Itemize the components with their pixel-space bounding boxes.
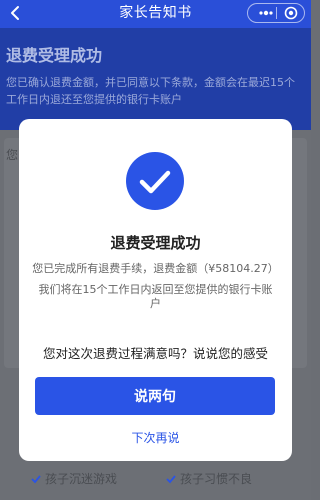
option-gaming[interactable]: 孩子沉迷游戏 bbox=[30, 470, 117, 487]
refund-amount-text: 您已完成所有退费手续，退费金额（¥58104.27） bbox=[32, 262, 279, 275]
background-partial-label: 您 bbox=[6, 148, 19, 162]
page-heading: 退费受理成功 bbox=[6, 46, 103, 65]
dialog-title: 退费受理成功 bbox=[110, 234, 201, 252]
close-capsule-icon[interactable] bbox=[284, 6, 298, 20]
mini-program-capsule bbox=[247, 3, 305, 23]
option-habits[interactable]: 孩子习惯不良 bbox=[165, 470, 252, 487]
option-label: 孩子习惯不良 bbox=[180, 472, 253, 486]
give-feedback-button[interactable]: 说两句 bbox=[35, 377, 275, 415]
page-description: 您已确认退费金额，并已同意以下条款，金额会在最迟15个工作日内退还至您提供的银行… bbox=[6, 76, 295, 106]
later-link[interactable]: 下次再说 bbox=[19, 429, 292, 446]
success-dialog: 退费受理成功 您已完成所有退费手续，退费金额（¥58104.27） 我们将在15… bbox=[19, 119, 292, 461]
more-icon[interactable] bbox=[258, 7, 274, 19]
capsule-divider bbox=[276, 7, 277, 19]
nav-bar: 家长告知书 bbox=[0, 0, 311, 28]
success-check-icon bbox=[126, 152, 184, 210]
hero-section: 退费受理成功 您已确认退费金额，并已同意以下条款，金额会在最迟15个工作日内退还… bbox=[0, 28, 311, 130]
checkmark-icon bbox=[31, 475, 41, 484]
refund-timeline-text: 我们将在15个工作日内返回至您提供的银行卡账户 bbox=[38, 283, 273, 310]
option-label: 孩子沉迷游戏 bbox=[45, 472, 118, 486]
feedback-question: 您对这次退费过程满意吗？说说您的感受 bbox=[42, 346, 268, 361]
checkmark-icon bbox=[166, 475, 176, 484]
